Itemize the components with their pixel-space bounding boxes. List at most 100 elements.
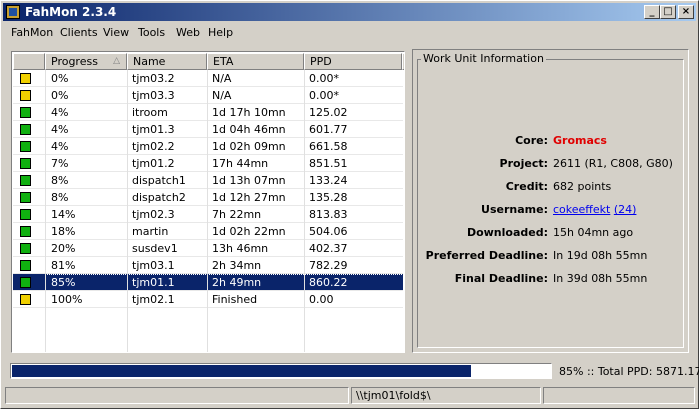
info-field: Preferred Deadline: In 19d 08h 55mn — [413, 249, 688, 265]
cell-name: tjm03.1 — [132, 259, 175, 272]
cell-eta: 1d 12h 27mn — [212, 191, 286, 204]
cell-progress: 81% — [51, 259, 76, 272]
client-row[interactable]: 4% itroom 1d 17h 10mn 125.02 — [13, 104, 403, 121]
cell-ppd: 661.58 — [309, 140, 348, 153]
cell-progress: 4% — [51, 106, 69, 119]
info-value-wrap: 15h 04mn ago — [553, 226, 633, 239]
client-row[interactable]: 14% tjm02.3 7h 22mn 813.83 — [13, 206, 403, 223]
menu-view[interactable]: View — [103, 26, 129, 39]
cell-progress: 8% — [51, 191, 69, 204]
cell-ppd: 782.29 — [309, 259, 348, 272]
cell-name: itroom — [132, 106, 168, 119]
cell-name: dispatch2 — [132, 191, 186, 204]
cell-progress: 85% — [51, 276, 76, 289]
cell-ppd: 860.22 — [309, 276, 348, 289]
header-name[interactable]: Name — [127, 53, 207, 70]
status-ok-icon — [20, 209, 31, 220]
client-row[interactable]: 8% dispatch2 1d 12h 27mn 135.28 — [13, 189, 403, 206]
menu-help[interactable]: Help — [208, 26, 233, 39]
status-ok-icon — [20, 141, 31, 152]
app-icon[interactable] — [6, 5, 20, 19]
column-divider — [304, 70, 305, 352]
minimize-button[interactable]: _ — [644, 5, 660, 19]
cell-name: dispatch1 — [132, 174, 186, 187]
total-progress-fill — [12, 365, 471, 377]
column-divider — [45, 70, 46, 352]
cell-ppd: 135.28 — [309, 191, 348, 204]
client-row[interactable]: 81% tjm03.1 2h 34mn 782.29 — [13, 257, 403, 274]
status-ok-icon — [20, 243, 31, 254]
close-button[interactable]: × — [678, 5, 694, 19]
cell-ppd: 133.24 — [309, 174, 348, 187]
clients-list[interactable]: Progress △ Name ETA PPD 0% tjm03.2 N/A 0.00… — [11, 51, 405, 353]
cell-eta: 17h 44mn — [212, 157, 269, 170]
work-unit-title: Work Unit Information — [421, 52, 546, 65]
header-ppd[interactable]: PPD — [304, 53, 402, 70]
cell-ppd: 0.00* — [309, 89, 339, 102]
client-row[interactable]: 7% tjm01.2 17h 44mn 851.51 — [13, 155, 403, 172]
header-status[interactable] — [13, 53, 45, 70]
cell-progress: 100% — [51, 293, 83, 306]
menu-clients[interactable]: Clients — [60, 26, 98, 39]
menu-web[interactable]: Web — [176, 26, 200, 39]
header-progress-label: Progress — [51, 55, 98, 68]
status-ok-icon — [20, 158, 31, 169]
cell-eta: N/A — [212, 89, 232, 102]
status-ok-icon — [20, 107, 31, 118]
info-value-wrap: In 39d 08h 55mn — [553, 272, 647, 285]
cell-name: tjm01.3 — [132, 123, 175, 136]
cell-progress: 18% — [51, 225, 76, 238]
cell-progress: 7% — [51, 157, 69, 170]
info-field: Final Deadline: In 39d 08h 55mn — [413, 272, 688, 288]
header-progress[interactable]: Progress △ — [45, 53, 127, 70]
info-value: In 19d 08h 55mn — [553, 249, 648, 262]
cell-ppd: 813.83 — [309, 208, 348, 221]
menu-tools[interactable]: Tools — [138, 26, 165, 39]
info-field: Project: 2611 (R1, C808, G80) — [413, 157, 688, 173]
cell-eta: 2h 34mn — [212, 259, 262, 272]
cell-eta: 2h 49mn — [212, 276, 262, 289]
info-field: Credit: 682 points — [413, 180, 688, 196]
header-eta[interactable]: ETA — [207, 53, 304, 70]
core-value: Gromacs — [553, 134, 607, 147]
sort-ascending-icon: △ — [113, 56, 120, 66]
title-bar[interactable]: FahMon 2.3.4 _ □ × — [3, 3, 696, 21]
info-value-wrap: Gromacs — [553, 134, 607, 147]
status-ok-icon — [20, 260, 31, 271]
menu-fahmon[interactable]: FahMon — [11, 26, 53, 39]
username-link[interactable]: cokeeffekt — [553, 203, 610, 216]
info-label: Credit: — [505, 180, 548, 193]
client-row[interactable]: 4% tjm02.2 1d 02h 09mn 661.58 — [13, 138, 403, 155]
cell-ppd: 402.37 — [309, 242, 348, 255]
client-row[interactable]: 8% dispatch1 1d 13h 07mn 133.24 — [13, 172, 403, 189]
cell-name: tjm02.1 — [132, 293, 175, 306]
cell-ppd: 125.02 — [309, 106, 348, 119]
cell-name: tjm03.2 — [132, 72, 175, 85]
cell-name: tjm02.3 — [132, 208, 175, 221]
status-ok-icon — [20, 277, 31, 288]
client-row[interactable]: 0% tjm03.2 N/A 0.00* — [13, 70, 403, 87]
info-value-wrap: cokeeffekt (24) — [553, 203, 636, 216]
cell-progress: 0% — [51, 89, 69, 102]
cell-eta: N/A — [212, 72, 232, 85]
info-value-wrap: In 19d 08h 55mn — [553, 249, 647, 262]
client-row[interactable]: 20% susdev1 13h 46mn 402.37 — [13, 240, 403, 257]
window-title: FahMon 2.3.4 — [25, 5, 117, 19]
client-row[interactable]: 85% tjm01.1 2h 49mn 860.22 — [13, 274, 404, 292]
info-label: Downloaded: — [466, 226, 548, 239]
info-label: Project: — [499, 157, 548, 170]
info-value-wrap: 2611 (R1, C808, G80) — [553, 157, 673, 170]
status-idle-icon — [20, 294, 31, 305]
cell-ppd: 504.06 — [309, 225, 348, 238]
column-divider — [207, 70, 208, 352]
maximize-button[interactable]: □ — [660, 5, 676, 19]
client-row[interactable]: 4% tjm01.3 1d 04h 46mn 601.77 — [13, 121, 403, 138]
team-link[interactable]: (24) — [614, 203, 637, 216]
client-row[interactable]: 100% tjm02.1 Finished 0.00 — [13, 291, 403, 308]
cell-name: martin — [132, 225, 169, 238]
info-label: Username: — [481, 203, 548, 216]
cell-progress: 8% — [51, 174, 69, 187]
client-row[interactable]: 18% martin 1d 02h 22mn 504.06 — [13, 223, 403, 240]
client-row[interactable]: 0% tjm03.3 N/A 0.00* — [13, 87, 403, 104]
status-ok-icon — [20, 192, 31, 203]
